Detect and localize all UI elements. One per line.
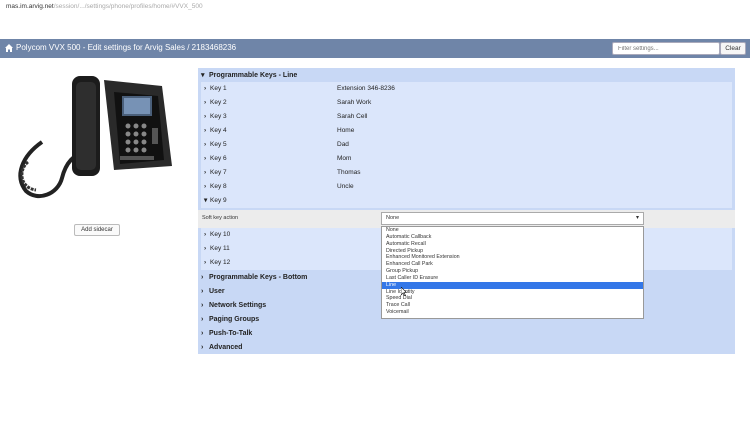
section-advanced[interactable]: › Advanced [198,341,735,354]
chevron-right-icon: › [201,316,204,323]
filter-settings-input[interactable] [612,42,720,55]
section-push-to-talk[interactable]: › Push-To-Talk [198,327,735,340]
dropdown-option[interactable]: Automatic Callback [382,234,643,241]
phone-image [18,76,172,198]
dropdown-option[interactable]: Automatic Recall [382,241,643,248]
home-icon[interactable] [4,43,14,53]
key-row[interactable]: › Key 6 Mom [201,152,732,166]
caret-down-icon: ▾ [635,215,639,221]
dropdown-option[interactable]: Trace Call [382,302,643,309]
key-row[interactable]: › Key 3 Sarah Cell [201,110,732,124]
key-row[interactable]: › Key 2 Sarah Work [201,96,732,110]
dropdown-option[interactable]: Enhanced Monitored Extension [382,254,643,261]
page-title: Polycom VVX 500 - Edit settings for Arvi… [16,43,237,52]
chevron-right-icon: › [201,344,204,351]
browser-address-bar[interactable]: mas.im.arvig.net/session/.../settings/ph… [0,0,750,38]
chevron-right-icon: › [201,330,204,337]
page-header: Polycom VVX 500 - Edit settings for Arvi… [0,39,750,58]
softkey-action-select[interactable]: None ▾ [381,212,644,225]
clear-button[interactable]: Clear [720,42,746,55]
dropdown-option[interactable]: Line Identity [382,289,643,296]
chevron-right-icon: › [201,288,204,295]
chevron-down-icon: ▾ [201,72,205,79]
section-programmable-keys-line[interactable]: ▾ Programmable Keys - Line [198,69,735,82]
key-row[interactable]: › Key 8 Uncle [201,180,732,194]
mouse-cursor-icon [401,287,407,296]
key-row-expanded[interactable]: ▾ Key 9 [201,194,732,208]
key-row[interactable]: › Key 7 Thomas [201,166,732,180]
chevron-right-icon: › [201,274,204,281]
dropdown-option[interactable]: None [382,227,643,234]
dropdown-option[interactable]: Voicemail [382,309,643,316]
chevron-right-icon: › [201,302,204,309]
dropdown-option[interactable]: Last Caller ID Erasure [382,275,643,282]
dropdown-option[interactable]: Directed Pickup [382,248,643,255]
add-sidecar-button[interactable]: Add sidecar [74,224,120,236]
softkey-action-label: Soft key action [202,215,239,221]
dropdown-option[interactable]: Group Pickup [382,268,643,275]
dropdown-option-highlighted[interactable]: Line [382,281,643,289]
url-text[interactable]: mas.im.arvig.net/session/.../settings/ph… [6,3,203,10]
softkey-action-dropdown[interactable]: None Automatic Callback Automatic Recall… [381,226,644,319]
dropdown-option[interactable]: Enhanced Call Park [382,261,643,268]
key-row[interactable]: › Key 4 Home [201,124,732,138]
key-row[interactable]: › Key 1 Extension 346-8236 [201,82,732,96]
dropdown-option[interactable]: Speed Dial [382,295,643,302]
key-row[interactable]: › Key 5 Dad [201,138,732,152]
